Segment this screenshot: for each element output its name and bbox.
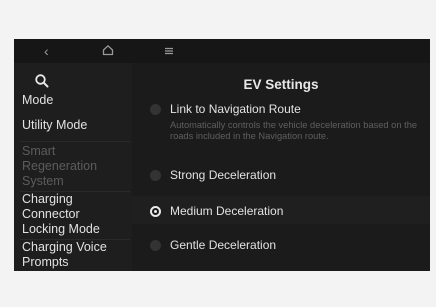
sidebar-divider [20,141,130,142]
home-icon[interactable] [102,42,114,60]
infotainment-screen: ‹ Mode Utility Mode Smart Regeneration S… [14,39,430,271]
manual-page-background: ‹ Mode Utility Mode Smart Regeneration S… [0,0,436,307]
sidebar-item-charging-voice-prompts[interactable]: Charging Voice Prompts [22,240,127,270]
search-icon[interactable] [34,73,50,89]
sidebar-item-utility-mode[interactable]: Utility Mode [22,118,87,133]
option-label: Link to Navigation Route [170,102,301,116]
chevron-left-icon[interactable]: ‹ [44,42,49,60]
radio-button-selected[interactable] [150,206,161,217]
radio-button[interactable] [150,170,161,181]
option-description: Automatically controls the vehicle decel… [170,120,418,141]
sidebar-item-smart-regeneration-system[interactable]: Smart Regeneration System [22,144,122,189]
option-label: Strong Deceleration [170,168,277,182]
radio-button[interactable] [150,104,161,115]
option-label: Medium Deceleration [170,204,284,218]
top-nav-bar: ‹ [14,39,430,63]
ev-settings-panel: EV Settings Link to Navigation Route Aut… [132,63,430,271]
sidebar-item-charging-connector-locking-mode[interactable]: Charging Connector Locking Mode [22,192,122,237]
menu-icon[interactable] [164,42,174,60]
sidebar-item-mode[interactable]: Mode [22,93,53,108]
page-title: EV Settings [243,77,319,92]
radio-button[interactable] [150,240,161,251]
settings-sidebar: Mode Utility Mode Smart Regeneration Sys… [14,63,132,271]
option-label: Gentle Deceleration [170,238,277,252]
